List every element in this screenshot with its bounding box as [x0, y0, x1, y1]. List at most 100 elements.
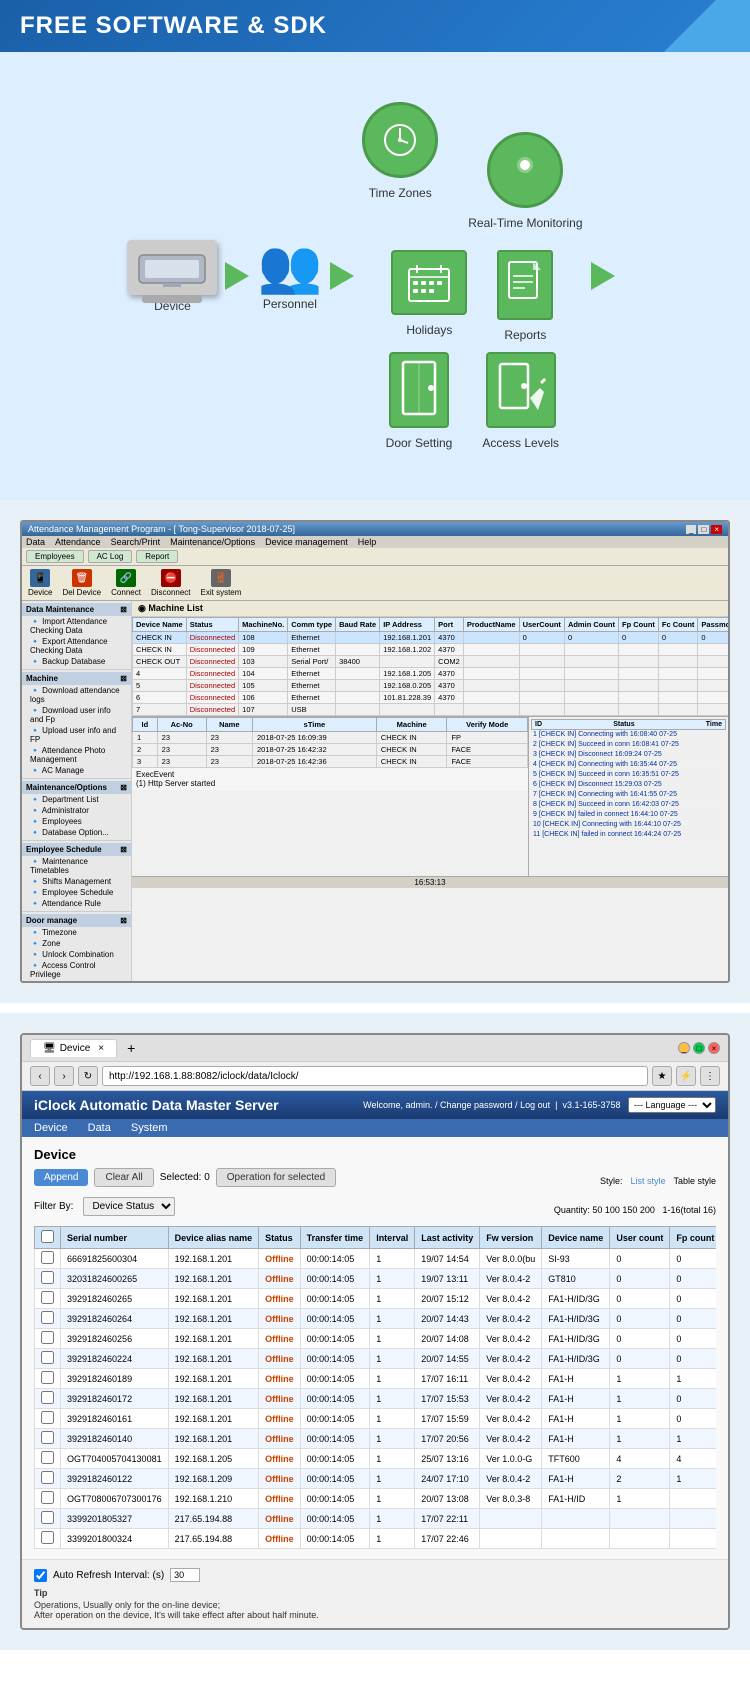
- page-info: 1-16(total 16): [662, 1205, 716, 1215]
- personnel-icon: 👥: [257, 241, 322, 293]
- row-check[interactable]: [41, 1251, 54, 1264]
- sidebar-backup[interactable]: 🔹 Backup Database: [22, 656, 131, 667]
- sidebar-ac[interactable]: 🔹 AC Manage: [22, 765, 131, 776]
- device-table-container[interactable]: Device Name Status MachineNo. Comm type …: [132, 617, 728, 716]
- toolbar-disconnect[interactable]: ⛔ Disconnect: [151, 569, 191, 597]
- sidebar-access[interactable]: 🔹 Access Control Privilege: [22, 960, 131, 980]
- close-btn[interactable]: ×: [711, 525, 722, 534]
- sidebar-timetable[interactable]: 🔹 Maintenance Timetables: [22, 856, 131, 876]
- minimize-btn[interactable]: _: [686, 525, 696, 534]
- menu-btn[interactable]: ⋮: [700, 1066, 720, 1086]
- append-btn[interactable]: Append: [34, 1169, 88, 1186]
- app-titlebar: Attendance Management Program - [ Tong-S…: [22, 522, 728, 536]
- sidebar-ul-user[interactable]: 🔹 Upload user info and FP: [22, 725, 131, 745]
- row-check[interactable]: [41, 1331, 54, 1344]
- menu-device[interactable]: Device management: [265, 537, 348, 547]
- row-check[interactable]: [41, 1351, 54, 1364]
- web-nav-data[interactable]: Data: [88, 1122, 111, 1134]
- sidebar-att-rule[interactable]: 🔹 Attendance Rule: [22, 898, 131, 909]
- door-item: Door Setting: [386, 352, 453, 450]
- tab-employees[interactable]: Employees: [26, 550, 84, 563]
- row-check[interactable]: [41, 1491, 54, 1504]
- language-select[interactable]: --- Language ---: [628, 1097, 716, 1113]
- toolbar-connect[interactable]: 🔗 Connect: [111, 569, 141, 597]
- maximize-btn[interactable]: □: [698, 525, 709, 534]
- row-check[interactable]: [41, 1411, 54, 1424]
- th-admin: Admin Count: [564, 618, 618, 632]
- toolbar-device[interactable]: 📱 Device: [28, 569, 52, 597]
- sidebar-photo[interactable]: 🔹 Attendance Photo Management: [22, 745, 131, 765]
- operation-btn[interactable]: Operation for selected: [216, 1168, 336, 1187]
- table-row: OGT704005704130081 192.168.1.205 Offline…: [35, 1449, 717, 1469]
- sidebar-unlock[interactable]: 🔹 Unlock Combination: [22, 949, 131, 960]
- sidebar-emp-sched[interactable]: 🔹 Employee Schedule: [22, 887, 131, 898]
- event-item: 5 [CHECK IN] Succeed in conn 16:35:51 07…: [531, 770, 726, 780]
- row-check[interactable]: [41, 1311, 54, 1324]
- menu-data[interactable]: Data: [26, 537, 45, 547]
- filter-label: Filter By:: [34, 1201, 73, 1212]
- sidebar-upload[interactable]: 🔹 Upload Options: [22, 980, 131, 981]
- sidebar-dept[interactable]: 🔹 Department List: [22, 794, 131, 805]
- row-check[interactable]: [41, 1371, 54, 1384]
- browser-maximize[interactable]: □: [693, 1042, 705, 1054]
- web-table-container[interactable]: Serial number Device alias name Status T…: [34, 1226, 716, 1549]
- toolbar-del-device[interactable]: 🗑 Del Device: [62, 569, 101, 597]
- table-style[interactable]: Table style: [673, 1176, 716, 1186]
- web-app-header: iClock Automatic Data Master Server Welc…: [22, 1091, 728, 1119]
- sidebar-dl-user[interactable]: 🔹 Download user info and Fp: [22, 705, 131, 725]
- browser-minimize[interactable]: _: [678, 1042, 690, 1054]
- th-machineno: MachineNo.: [239, 618, 288, 632]
- clear-all-btn[interactable]: Clear All: [94, 1168, 153, 1187]
- th-ip: IP Address: [380, 618, 435, 632]
- sidebar-timezone[interactable]: 🔹 Timezone: [22, 927, 131, 938]
- menu-search[interactable]: Search/Print: [111, 537, 161, 547]
- row-check[interactable]: [41, 1291, 54, 1304]
- extensions-btn[interactable]: ⚡: [676, 1066, 696, 1086]
- browser-tab-label: Device: [60, 1043, 91, 1054]
- list-style[interactable]: List style: [630, 1176, 665, 1186]
- forward-btn[interactable]: ›: [54, 1066, 74, 1086]
- new-tab-btn[interactable]: +: [127, 1040, 135, 1056]
- sidebar-admin[interactable]: 🔹 Administrator: [22, 805, 131, 816]
- sidebar-section-maint: Maintenance/Options⊠ 🔹 Department List 🔹…: [22, 779, 131, 841]
- filter-status-select[interactable]: Device Status: [83, 1197, 175, 1216]
- interval-input[interactable]: [170, 1568, 200, 1582]
- menu-maintenance[interactable]: Maintenance/Options: [170, 537, 255, 547]
- toolbar-exit[interactable]: 🚪 Exit system: [201, 569, 242, 597]
- table-row: 3929182460224 192.168.1.201 Offline 00:0…: [35, 1349, 717, 1369]
- sidebar-emp[interactable]: 🔹 Employees: [22, 816, 131, 827]
- auto-refresh-check[interactable]: [34, 1569, 47, 1582]
- row-check[interactable]: [41, 1431, 54, 1444]
- row-check[interactable]: [41, 1391, 54, 1404]
- sidebar-zone[interactable]: 🔹 Zone: [22, 938, 131, 949]
- web-nav-device[interactable]: Device: [34, 1122, 68, 1134]
- sidebar-db[interactable]: 🔹 Database Option...: [22, 827, 131, 838]
- auto-refresh-label: Auto Refresh Interval: (s): [53, 1570, 164, 1581]
- browser-close[interactable]: ×: [708, 1042, 720, 1054]
- url-bar[interactable]: [102, 1066, 648, 1086]
- win-controls: _ □ ×: [686, 525, 722, 534]
- sidebar-export[interactable]: 🔹 Export Attendance Checking Data: [22, 636, 131, 656]
- menu-attendance[interactable]: Attendance: [55, 537, 101, 547]
- row-check[interactable]: [41, 1271, 54, 1284]
- web-nav-system[interactable]: System: [131, 1122, 168, 1134]
- refresh-btn[interactable]: ↻: [78, 1066, 98, 1086]
- back-btn[interactable]: ‹: [30, 1066, 50, 1086]
- menu-help[interactable]: Help: [358, 537, 377, 547]
- browser-tab[interactable]: 🖥 Device ×: [30, 1039, 117, 1057]
- sidebar-shifts[interactable]: 🔹 Shifts Management: [22, 876, 131, 887]
- tab-close[interactable]: ×: [98, 1043, 104, 1054]
- tab-aclog[interactable]: AC Log: [88, 550, 133, 563]
- sidebar-import[interactable]: 🔹 Import Attendance Checking Data: [22, 616, 131, 636]
- sidebar-dl-log[interactable]: 🔹 Download attendance logs: [22, 685, 131, 705]
- th-comm: Comm type: [288, 618, 336, 632]
- row-check[interactable]: [41, 1531, 54, 1544]
- row-check[interactable]: [41, 1471, 54, 1484]
- exec-event-label: ExecEvent: [136, 770, 524, 779]
- row-check[interactable]: [41, 1451, 54, 1464]
- select-all-check[interactable]: [41, 1230, 54, 1243]
- tip-text: Operations, Usually only for the on-line…: [34, 1600, 716, 1620]
- tab-report[interactable]: Report: [136, 550, 178, 563]
- bookmark-btn[interactable]: ★: [652, 1066, 672, 1086]
- row-check[interactable]: [41, 1511, 54, 1524]
